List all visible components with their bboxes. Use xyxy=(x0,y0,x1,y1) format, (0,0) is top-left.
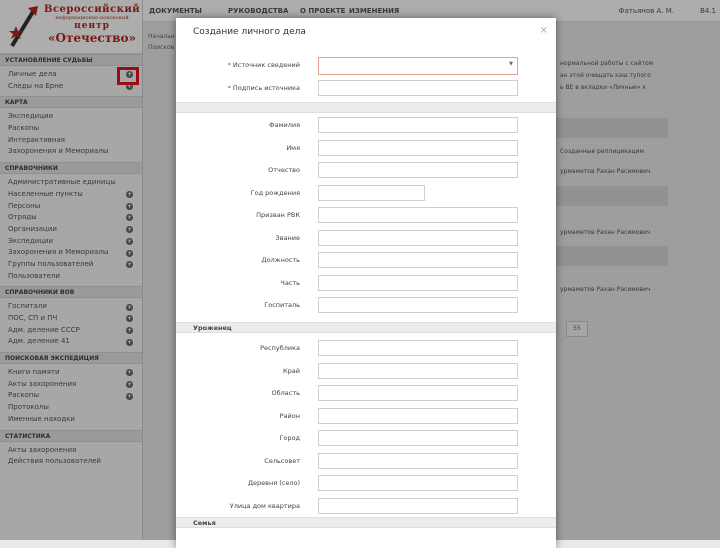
birthplace-field-label: Деревня (село) xyxy=(247,479,300,487)
person-field-label: Звание xyxy=(275,233,300,242)
birthplace-field-input[interactable] xyxy=(318,497,518,514)
person-field-input[interactable] xyxy=(318,229,518,246)
birthplace-field-input[interactable] xyxy=(318,362,518,379)
birthplace-field-input[interactable] xyxy=(318,475,518,491)
birthplace-field-input[interactable] xyxy=(318,452,518,469)
create-case-modal: Создание личного дела × * Источник сведе… xyxy=(176,18,556,548)
person-field-input[interactable] xyxy=(318,207,518,223)
source-label: * Источник сведений xyxy=(227,61,300,69)
close-icon[interactable]: × xyxy=(540,25,548,36)
section-divider xyxy=(176,102,556,113)
person-field-label: Призван РВК xyxy=(256,211,300,219)
person-field-label: Часть xyxy=(280,278,300,287)
birthplace-field-input[interactable] xyxy=(318,340,518,356)
birthplace-field-label: Республика xyxy=(260,344,300,352)
person-field-label: Год рождения xyxy=(250,188,300,197)
birthplace-field-label: Край xyxy=(283,366,300,375)
birthplace-field-input[interactable] xyxy=(318,385,518,401)
family-section-title: Семья xyxy=(176,517,556,528)
person-field-label: Имя xyxy=(286,143,300,152)
birthplace-field-label: Область xyxy=(271,389,300,397)
person-field-input[interactable] xyxy=(318,117,518,133)
person-field-label: Госпиталь xyxy=(264,301,300,309)
source-signature-label: * Подпись источника xyxy=(227,84,300,92)
birthplace-field-input[interactable] xyxy=(318,430,518,446)
birthplace-field-label: Город xyxy=(279,434,300,442)
person-field-input[interactable] xyxy=(318,184,425,201)
birthplace-field-label: Улица дом квартира xyxy=(229,501,300,510)
birthplace-field-label: Сельсовет xyxy=(264,456,300,465)
person-field-label: Должность xyxy=(261,256,300,264)
person-field-label: Отчество xyxy=(268,166,300,174)
person-field-input[interactable] xyxy=(318,274,518,291)
birthplace-field-input[interactable] xyxy=(318,407,518,424)
person-field-input[interactable] xyxy=(318,297,518,313)
caret-down-icon: ▼ xyxy=(509,61,513,67)
person-field-input[interactable] xyxy=(318,252,518,268)
source-select[interactable]: ▼ xyxy=(318,57,518,75)
source-signature-input[interactable] xyxy=(318,80,518,96)
person-field-input[interactable] xyxy=(318,162,518,178)
birthplace-section-title: Уроженец xyxy=(176,322,556,333)
person-field-input[interactable] xyxy=(318,139,518,156)
modal-title: Создание личного дела xyxy=(193,27,306,37)
birthplace-field-label: Район xyxy=(279,411,300,420)
person-field-label: Фамилия xyxy=(269,121,300,129)
